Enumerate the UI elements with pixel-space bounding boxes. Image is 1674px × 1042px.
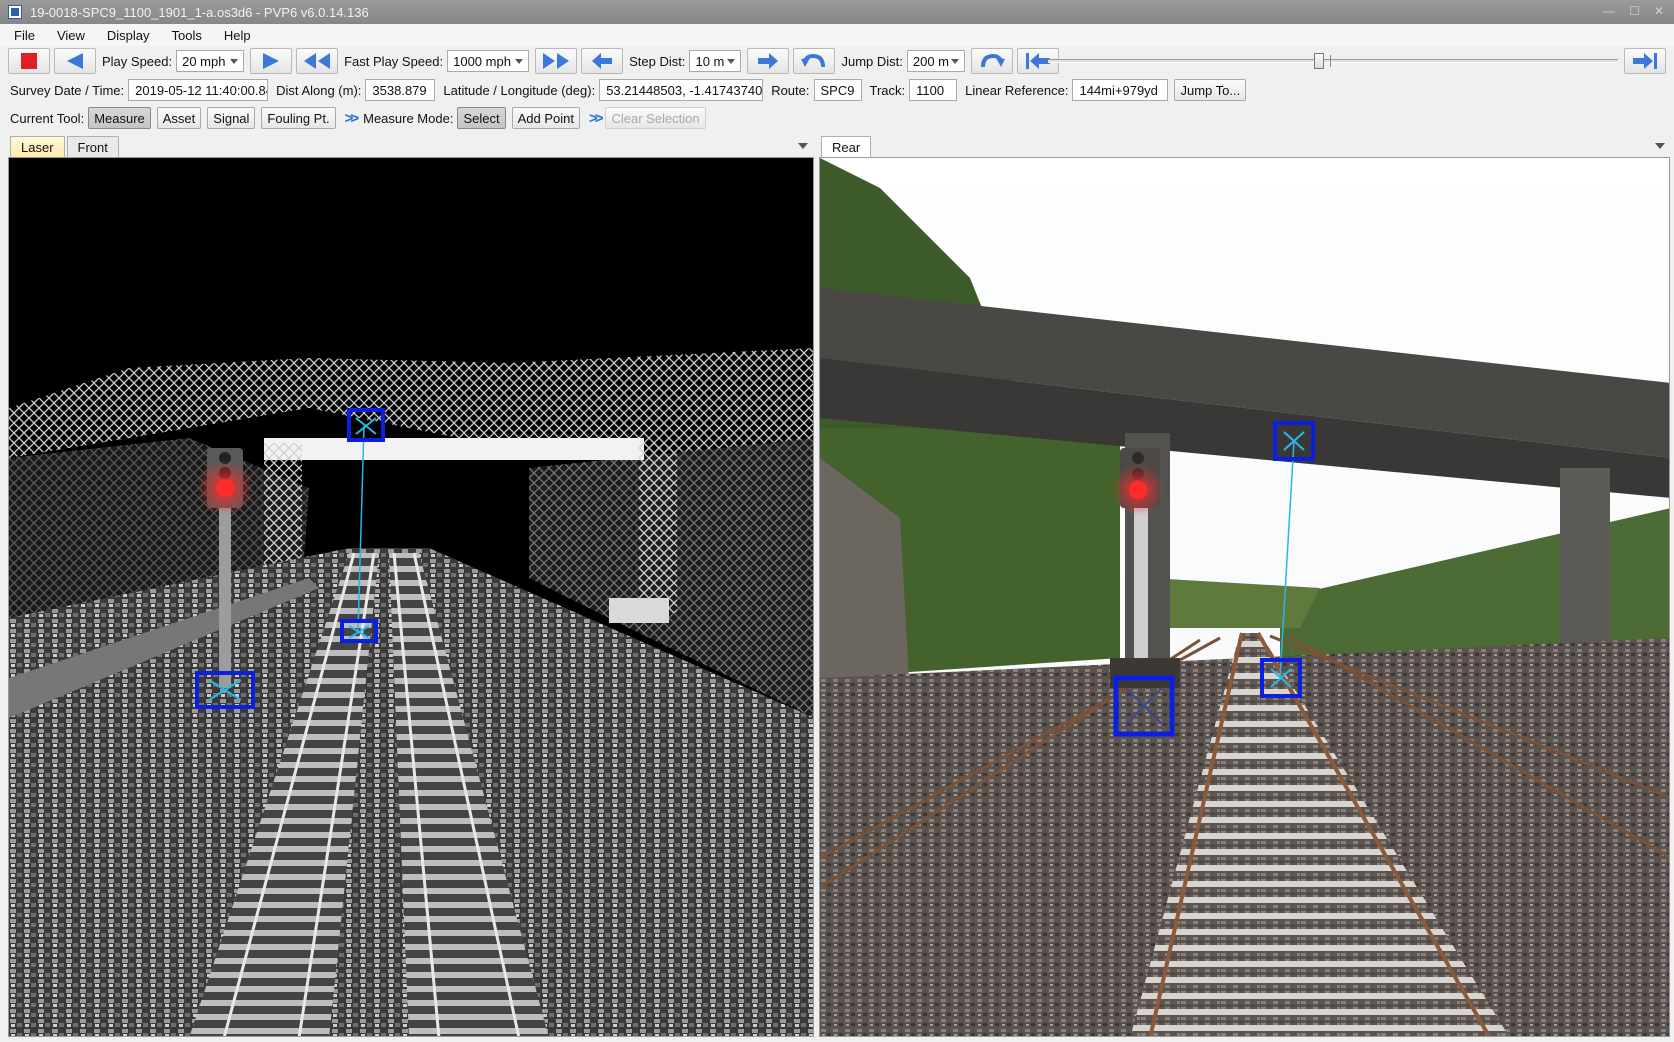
slider-tick xyxy=(1330,55,1331,67)
jump-dist-value: 200 m xyxy=(912,53,950,69)
dist-along-field[interactable]: 3538.879 xyxy=(365,79,436,101)
measure-mode-label: Measure Mode: xyxy=(363,110,454,126)
double-chevron-right-icon: >> xyxy=(344,109,359,127)
signal-tool-button[interactable]: Signal xyxy=(207,107,256,129)
route-label: Route: xyxy=(771,82,810,98)
linear-reference-label: Linear Reference: xyxy=(965,82,1069,98)
jump-back-button[interactable] xyxy=(793,48,836,74)
menu-view[interactable]: View xyxy=(49,26,93,45)
fast-play-speed-label: Fast Play Speed: xyxy=(344,53,444,69)
skip-to-start-icon xyxy=(1025,53,1050,69)
survey-datetime-label: Survey Date / Time: xyxy=(10,82,125,98)
rear-camera-image xyxy=(820,158,1669,1036)
jump-to-button[interactable]: Jump To... xyxy=(1174,79,1247,101)
laser-view[interactable] xyxy=(8,157,814,1037)
play-speed-label: Play Speed: xyxy=(102,53,173,69)
jump-back-icon xyxy=(801,53,826,68)
right-view-tabs: Rear xyxy=(821,136,873,158)
fast-play-speed-select[interactable]: 1000 mph xyxy=(447,50,530,72)
survey-info-bar: Survey Date / Time: 2019-05-12 11:40:00.… xyxy=(0,77,1674,103)
fast-forward-icon xyxy=(543,53,570,69)
survey-datetime-field[interactable]: 2019-05-12 11:40:00.840 xyxy=(128,79,269,101)
maximize-icon[interactable]: ☐ xyxy=(1629,4,1640,18)
fouling-point-tool-button[interactable]: Fouling Pt. xyxy=(261,107,336,129)
go-to-end-button[interactable] xyxy=(1624,48,1666,74)
step-dist-label: Step Dist: xyxy=(629,53,686,69)
current-tool-label: Current Tool: xyxy=(10,110,85,126)
double-chevron-right-icon: >> xyxy=(588,109,603,127)
tool-bar: Current Tool: Measure Asset Signal Fouli… xyxy=(0,105,1674,131)
play-speed-value: 20 mph xyxy=(182,53,226,69)
menu-display[interactable]: Display xyxy=(99,26,158,45)
step-back-button[interactable] xyxy=(581,48,624,74)
skip-to-end-icon xyxy=(1633,53,1657,69)
stop-icon xyxy=(21,53,37,69)
laser-point-cloud-image xyxy=(9,158,813,1036)
jump-dist-label: Jump Dist: xyxy=(841,53,903,69)
measure-tool-button[interactable]: Measure xyxy=(88,107,151,129)
right-pane-dropdown-icon[interactable] xyxy=(1655,143,1665,149)
add-point-button[interactable]: Add Point xyxy=(511,107,580,129)
menu-bar: File View Display Tools Help xyxy=(0,24,1674,46)
latlon-field[interactable]: 53.21448503, -1.41743740 xyxy=(599,79,764,101)
menu-file[interactable]: File xyxy=(6,26,43,45)
chevron-down-icon xyxy=(950,59,959,64)
play-icon xyxy=(263,53,280,69)
close-icon[interactable]: ✕ xyxy=(1654,4,1664,18)
tab-laser[interactable]: Laser xyxy=(10,136,65,158)
play-forward-button[interactable] xyxy=(250,48,293,74)
dist-along-label: Dist Along (m): xyxy=(276,82,362,98)
jump-forward-icon xyxy=(980,53,1005,68)
jump-dist-select[interactable]: 200 m xyxy=(906,50,965,72)
title-bar: 19-0018-SPC9_1100_1901_1-a.os3d6 - PVP6 … xyxy=(0,0,1674,24)
position-slider[interactable] xyxy=(1048,53,1618,69)
left-view-tabs: Laser Front xyxy=(10,136,121,158)
app-icon xyxy=(8,5,22,19)
menu-help[interactable]: Help xyxy=(216,26,259,45)
fast-reverse-button[interactable] xyxy=(296,48,339,74)
play-reverse-icon xyxy=(67,53,83,69)
play-reverse-button[interactable] xyxy=(54,48,96,74)
step-dist-select[interactable]: 10 m xyxy=(689,50,742,72)
track-field[interactable]: 1100 xyxy=(909,79,958,101)
track-label: Track: xyxy=(869,82,906,98)
asset-tool-button[interactable]: Asset xyxy=(156,107,202,129)
minimize-icon[interactable]: — xyxy=(1603,4,1615,18)
chevron-down-icon xyxy=(727,59,736,64)
slider-thumb[interactable] xyxy=(1314,53,1324,69)
rear-camera-view[interactable] xyxy=(819,157,1670,1037)
menu-tools[interactable]: Tools xyxy=(164,26,210,45)
fast-forward-button[interactable] xyxy=(535,48,578,74)
latlon-label: Latitude / Longitude (deg): xyxy=(443,82,596,98)
clear-selection-button[interactable]: Clear Selection xyxy=(605,107,706,129)
fast-reverse-icon xyxy=(304,53,331,69)
route-field[interactable]: SPC9 xyxy=(813,79,862,101)
arrow-left-icon xyxy=(592,53,613,69)
select-mode-button[interactable]: Select xyxy=(457,107,506,129)
play-speed-select[interactable]: 20 mph xyxy=(176,50,245,72)
jump-forward-button[interactable] xyxy=(970,48,1013,74)
chevron-down-icon xyxy=(515,59,524,64)
linear-reference-field[interactable]: 144mi+979yd xyxy=(1072,79,1169,101)
window-title: 19-0018-SPC9_1100_1901_1-a.os3d6 - PVP6 … xyxy=(30,4,369,20)
tab-front[interactable]: Front xyxy=(66,136,119,158)
chevron-down-icon xyxy=(230,59,239,64)
step-forward-button[interactable] xyxy=(747,48,790,74)
step-dist-value: 10 m xyxy=(695,53,725,69)
arrow-right-icon xyxy=(758,53,779,69)
tab-rear[interactable]: Rear xyxy=(821,136,872,158)
stop-button[interactable] xyxy=(8,48,50,74)
left-pane-dropdown-icon[interactable] xyxy=(798,143,808,149)
fast-play-speed-value: 1000 mph xyxy=(453,53,511,69)
